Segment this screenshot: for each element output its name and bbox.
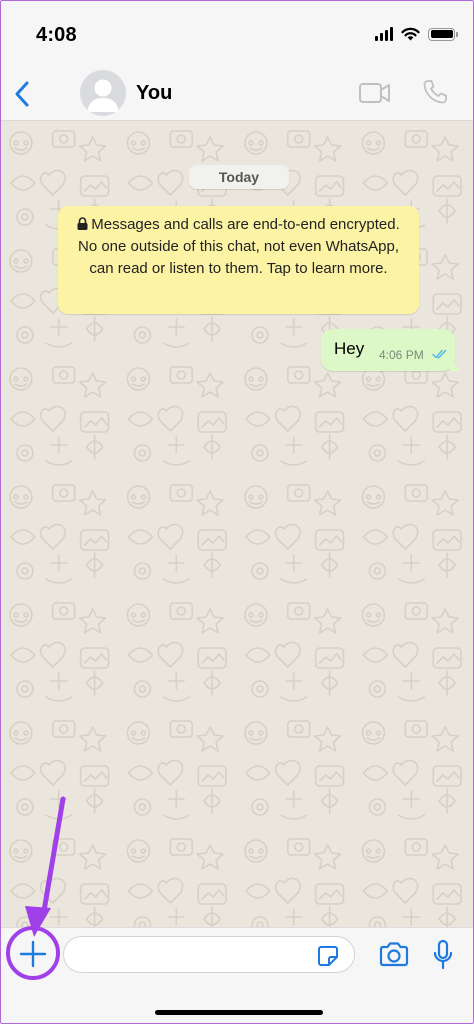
cellular-signal-icon bbox=[375, 27, 393, 41]
status-bar: 4:08 bbox=[1, 1, 473, 67]
status-icons bbox=[375, 27, 458, 41]
voice-call-button[interactable] bbox=[421, 78, 449, 106]
sticker-icon bbox=[318, 946, 338, 966]
battery-icon bbox=[428, 27, 458, 41]
microphone-icon bbox=[433, 939, 453, 970]
outgoing-message[interactable]: Hey 4:06 PM bbox=[321, 329, 462, 371]
lock-icon bbox=[77, 217, 88, 230]
encryption-notice-text: Messages and calls are end-to-end encryp… bbox=[77, 216, 400, 277]
contact-avatar[interactable] bbox=[80, 70, 126, 116]
message-composer bbox=[1, 927, 473, 1023]
voice-message-button[interactable] bbox=[432, 939, 454, 971]
back-button[interactable] bbox=[11, 79, 33, 109]
sticker-button[interactable] bbox=[316, 944, 340, 968]
phone-screen: 4:08 You Today Messages and calls are en… bbox=[0, 0, 474, 1024]
encryption-notice[interactable]: Messages and calls are end-to-end encryp… bbox=[58, 206, 419, 314]
message-text: Hey bbox=[334, 339, 365, 358]
chevron-left-icon bbox=[15, 81, 29, 107]
plus-icon bbox=[19, 940, 47, 968]
chat-header: You bbox=[1, 67, 473, 121]
battery-level bbox=[430, 30, 453, 38]
message-input[interactable] bbox=[63, 936, 355, 973]
attach-button[interactable] bbox=[13, 934, 53, 974]
message-time: 4:06 PM bbox=[379, 348, 424, 362]
video-call-button[interactable] bbox=[358, 80, 392, 106]
date-separator: Today bbox=[189, 165, 289, 189]
video-camera-icon bbox=[359, 83, 390, 103]
camera-icon bbox=[379, 942, 409, 967]
contact-name[interactable]: You bbox=[136, 82, 172, 105]
chat-area[interactable]: Today Messages and calls are end-to-end … bbox=[1, 121, 473, 927]
wifi-icon bbox=[401, 27, 420, 41]
home-indicator[interactable] bbox=[155, 1010, 323, 1015]
status-time: 4:08 bbox=[36, 24, 77, 46]
camera-button[interactable] bbox=[378, 941, 410, 968]
double-check-icon bbox=[432, 349, 447, 359]
default-avatar-icon bbox=[87, 79, 119, 112]
phone-icon bbox=[423, 80, 447, 104]
